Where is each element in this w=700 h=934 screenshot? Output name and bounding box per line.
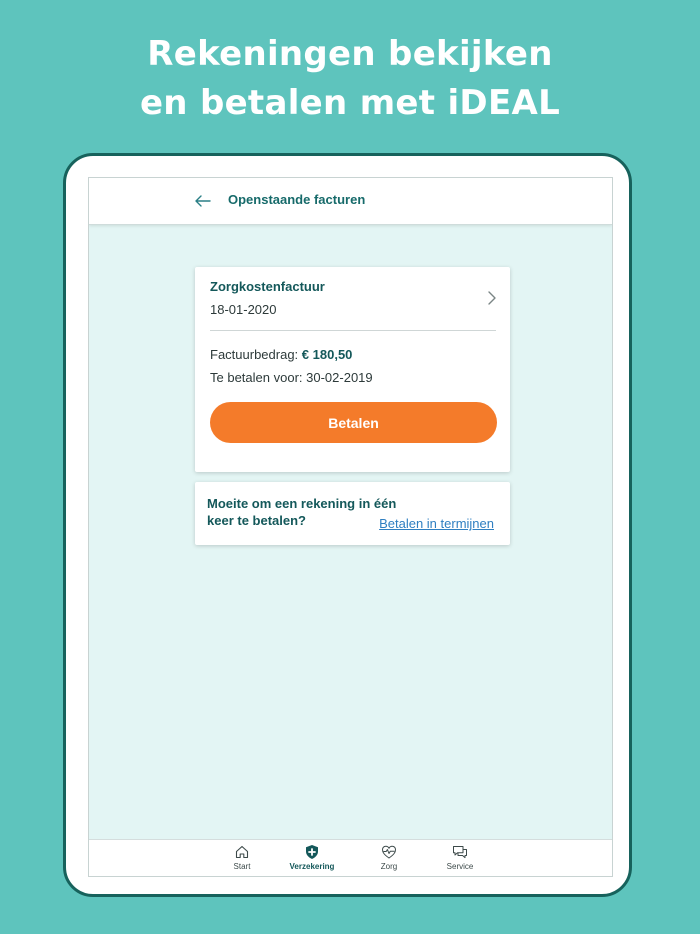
shield-plus-icon bbox=[306, 845, 318, 859]
heart-pulse-icon bbox=[381, 845, 397, 859]
top-bar: Openstaande facturen bbox=[89, 178, 612, 225]
tablet-frame: Openstaande facturen Zorgkostenfactuur 1… bbox=[63, 153, 632, 897]
due-label: Te betalen voor: bbox=[210, 370, 303, 385]
invoice-card[interactable]: Zorgkostenfactuur 18-01-2020 Factuurbedr… bbox=[195, 267, 510, 472]
nav-label-verzekering: Verzekering bbox=[289, 862, 335, 871]
nav-item-verzekering[interactable]: Verzekering bbox=[277, 844, 347, 871]
pay-button[interactable]: Betalen bbox=[210, 402, 497, 443]
card-divider bbox=[210, 330, 496, 331]
promo-line-2: en betalen met iDEAL bbox=[139, 83, 561, 123]
nav-label-service: Service bbox=[446, 862, 474, 871]
invoice-date: 18-01-2020 bbox=[210, 302, 277, 317]
page-title: Openstaande facturen bbox=[228, 192, 366, 207]
amount-value: € 180,50 bbox=[301, 347, 353, 362]
nav-label-zorg: Zorg bbox=[380, 862, 398, 871]
promo-headline: Rekeningen bekijken en betalen met iDEAL bbox=[0, 30, 700, 128]
promo-line-1: Rekeningen bekijken bbox=[147, 34, 553, 74]
invoice-amount-row: Factuurbedrag: € 180,50 bbox=[210, 347, 352, 362]
app-screen: Openstaande facturen Zorgkostenfactuur 1… bbox=[88, 177, 613, 877]
arrow-left-icon[interactable] bbox=[193, 191, 213, 211]
chat-bubbles-icon bbox=[453, 846, 467, 859]
chevron-right-icon[interactable] bbox=[486, 289, 498, 307]
home-icon bbox=[235, 845, 249, 859]
installments-question: Moeite om een rekening in één keer te be… bbox=[207, 496, 397, 528]
invoice-title: Zorgkostenfactuur bbox=[210, 279, 325, 294]
installments-link[interactable]: Betalen in termijnen bbox=[379, 516, 494, 531]
installments-card: Moeite om een rekening in één keer te be… bbox=[195, 482, 510, 545]
bottom-nav: Start Verzekering Zorg Service bbox=[89, 839, 612, 876]
amount-label: Factuurbedrag: bbox=[210, 347, 299, 362]
nav-item-start[interactable]: Start bbox=[207, 844, 277, 871]
nav-label-start: Start bbox=[233, 862, 251, 871]
nav-item-service[interactable]: Service bbox=[425, 844, 495, 871]
due-date: 30-02-2019 bbox=[306, 370, 373, 385]
invoice-due-row: Te betalen voor: 30-02-2019 bbox=[210, 370, 373, 385]
nav-item-zorg[interactable]: Zorg bbox=[354, 844, 424, 871]
